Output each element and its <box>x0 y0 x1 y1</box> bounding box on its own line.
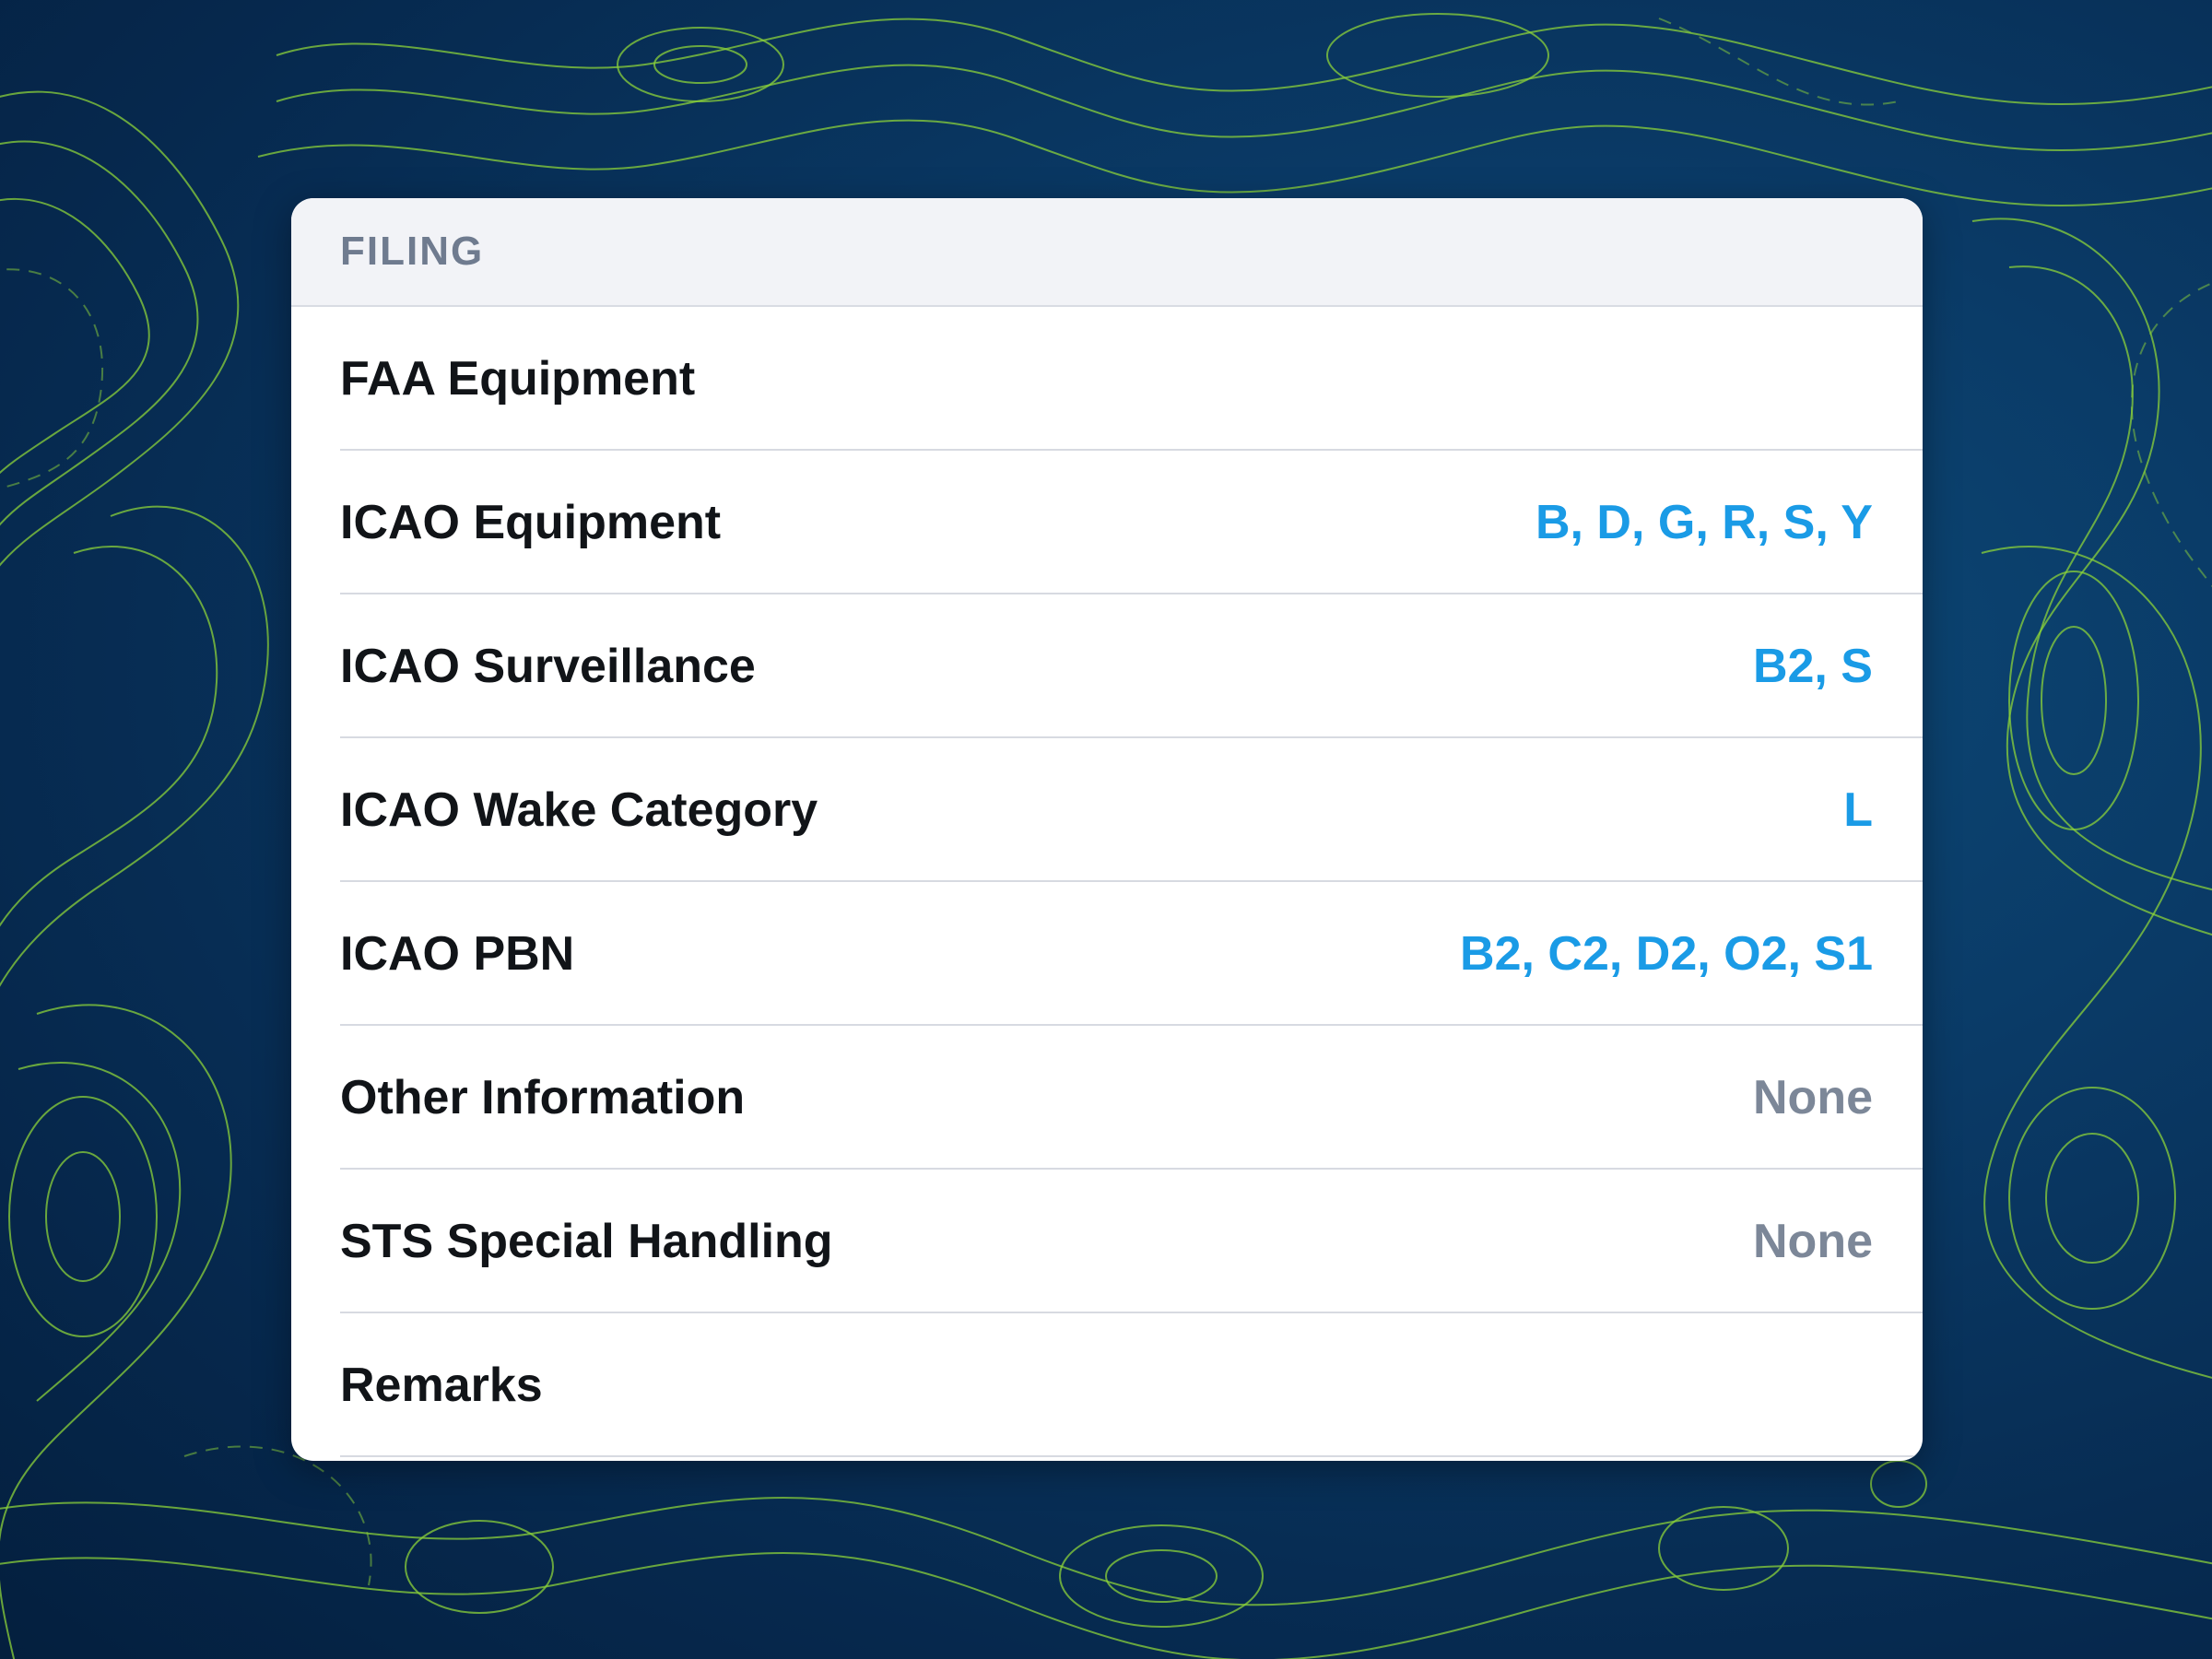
section-title: FILING <box>340 229 485 274</box>
row-sts-special-handling[interactable]: STS Special Handling None <box>291 1170 1923 1313</box>
row-remarks[interactable]: Remarks <box>291 1313 1923 1457</box>
row-other-information[interactable]: Other Information None <box>291 1026 1923 1170</box>
row-value: L <box>1843 783 1873 837</box>
filing-list: FAA Equipment ICAO Equipment B, D, G, R,… <box>291 307 1923 1457</box>
row-value: None <box>1753 1215 1873 1268</box>
row-value: B, D, G, R, S, Y <box>1535 496 1873 549</box>
row-label: ICAO Wake Category <box>340 783 818 837</box>
row-label: Other Information <box>340 1071 746 1124</box>
row-value: B2, S <box>1752 640 1873 693</box>
row-value: B2, C2, D2, O2, S1 <box>1460 927 1873 981</box>
row-label: ICAO Equipment <box>340 496 722 549</box>
filing-card: FILING FAA Equipment ICAO Equipment B, D… <box>291 198 1923 1461</box>
row-icao-wake-category[interactable]: ICAO Wake Category L <box>291 738 1923 882</box>
row-icao-surveillance[interactable]: ICAO Surveillance B2, S <box>291 594 1923 738</box>
row-label: ICAO PBN <box>340 927 575 981</box>
row-label: STS Special Handling <box>340 1215 833 1268</box>
row-faa-equipment[interactable]: FAA Equipment <box>291 307 1923 451</box>
row-label: Remarks <box>340 1359 543 1412</box>
row-label: ICAO Surveillance <box>340 640 756 693</box>
section-header: FILING <box>291 198 1923 307</box>
row-value: None <box>1753 1071 1873 1124</box>
row-label: FAA Equipment <box>340 352 696 406</box>
row-icao-equipment[interactable]: ICAO Equipment B, D, G, R, S, Y <box>291 451 1923 594</box>
row-icao-pbn[interactable]: ICAO PBN B2, C2, D2, O2, S1 <box>291 882 1923 1026</box>
